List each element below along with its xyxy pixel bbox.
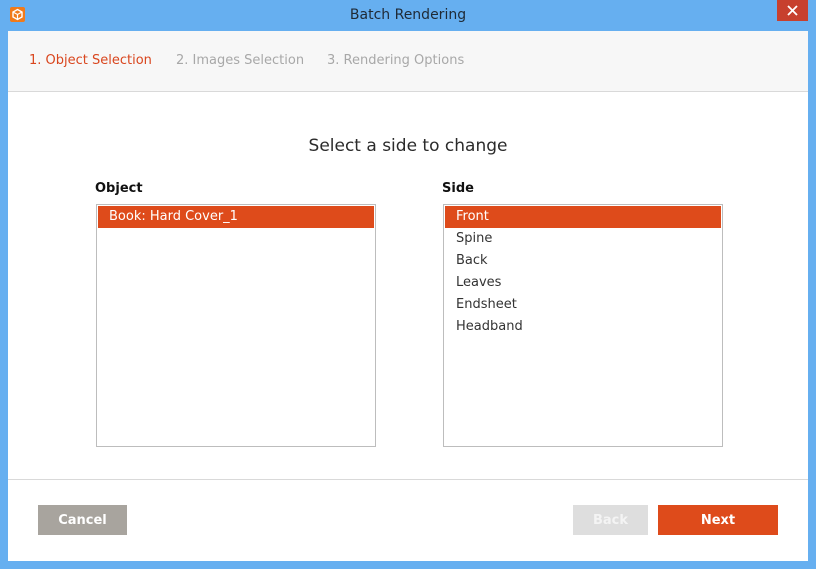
- step-images-selection: 2. Images Selection: [176, 53, 305, 68]
- close-icon[interactable]: [777, 0, 808, 21]
- object-column-label: Object: [95, 181, 143, 196]
- footer-divider: [8, 479, 808, 480]
- side-listbox[interactable]: Front Spine Back Leaves Endsheet Headban…: [443, 204, 723, 447]
- side-item-back[interactable]: Back: [445, 250, 721, 272]
- step-rendering-options: 3. Rendering Options: [327, 53, 465, 68]
- side-item-endsheet[interactable]: Endsheet: [445, 294, 721, 316]
- cancel-button[interactable]: Cancel: [38, 505, 127, 535]
- window-title: Batch Rendering: [349, 7, 467, 23]
- title-bar[interactable]: Batch Rendering: [0, 0, 816, 31]
- window-border: [0, 561, 816, 569]
- next-button[interactable]: Next: [658, 505, 778, 535]
- step-object-selection: 1. Object Selection: [29, 53, 152, 68]
- batch-rendering-window: Batch Rendering 1. Object Selection 2. I…: [0, 0, 816, 569]
- side-item-headband[interactable]: Headband: [445, 316, 721, 338]
- side-column-label: Side: [442, 181, 474, 196]
- side-item-front[interactable]: Front: [445, 206, 721, 228]
- wizard-steps: 1. Object Selection 2. Images Selection …: [8, 31, 808, 92]
- back-button[interactable]: Back: [573, 505, 648, 535]
- wizard-content: 1. Object Selection 2. Images Selection …: [8, 31, 808, 561]
- object-list-item[interactable]: Book: Hard Cover_1: [98, 206, 374, 228]
- page-heading: Select a side to change: [308, 136, 508, 156]
- object-listbox[interactable]: Book: Hard Cover_1: [96, 204, 376, 447]
- side-item-leaves[interactable]: Leaves: [445, 272, 721, 294]
- side-item-spine[interactable]: Spine: [445, 228, 721, 250]
